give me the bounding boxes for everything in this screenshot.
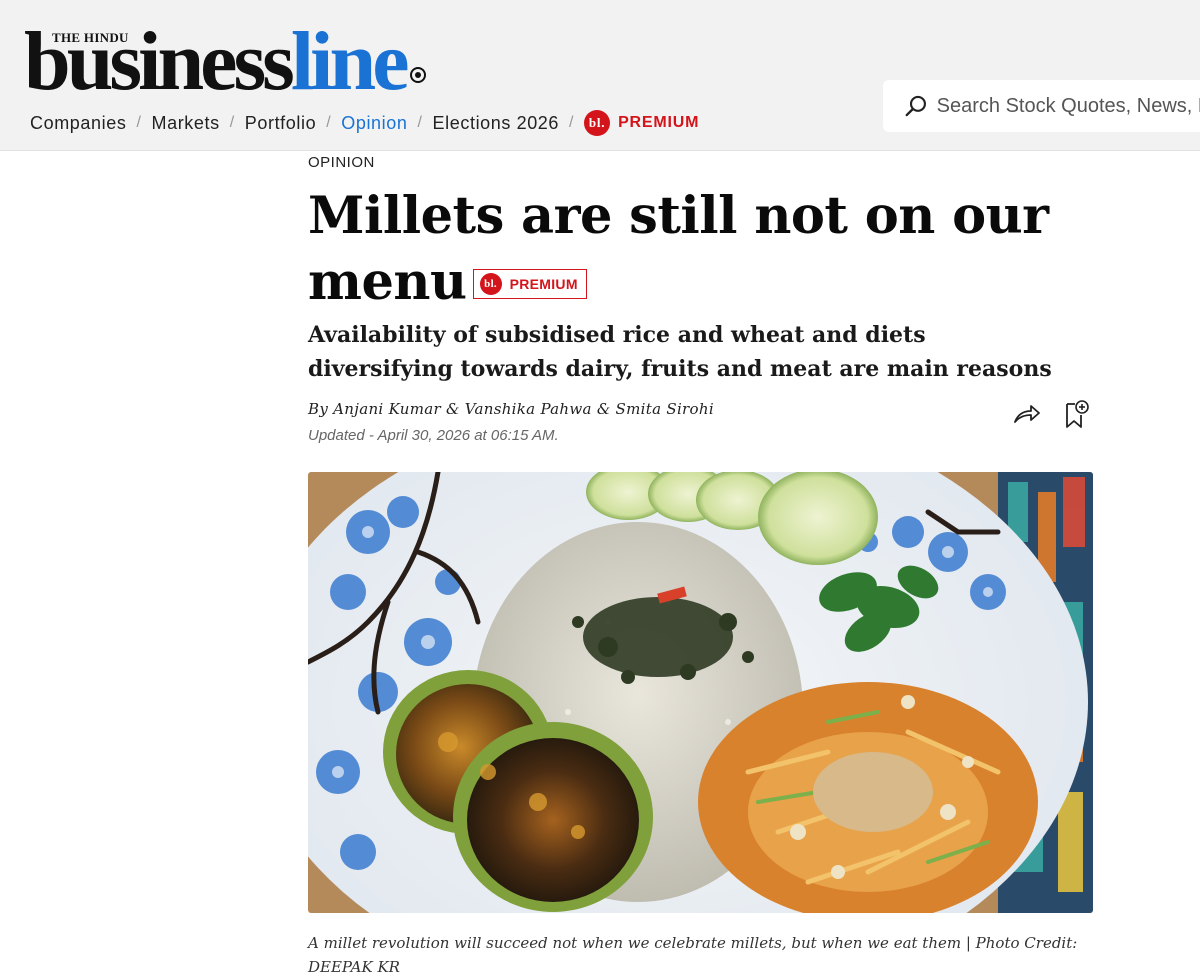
article-byline[interactable]: By Anjani Kumar & Vanshika Pahwa & Smita… bbox=[308, 400, 714, 418]
nav-separator: / bbox=[569, 114, 575, 131]
nav-item-markets[interactable]: Markets bbox=[152, 113, 220, 134]
article-updated-time: Updated - April 30, 2026 at 06:15 AM. bbox=[308, 427, 559, 444]
logo-dot-icon bbox=[409, 67, 426, 83]
premium-label: PREMIUM bbox=[618, 114, 700, 131]
premium-tag-label: PREMIUM bbox=[509, 276, 578, 292]
logo-line-text: line bbox=[290, 15, 410, 108]
bookmark-add-icon[interactable] bbox=[1063, 399, 1089, 429]
nav-item-premium[interactable]: bl. PREMIUM bbox=[584, 110, 699, 136]
nav-item-portfolio[interactable]: Portfolio bbox=[245, 113, 316, 134]
section-label[interactable]: OPINION bbox=[308, 154, 375, 171]
article-headline: Millets are still not on our menu bl. PREM… bbox=[308, 183, 1088, 315]
nav-separator: / bbox=[136, 114, 142, 131]
site-header: businessline THE HINDU Companies / Marke… bbox=[0, 0, 1200, 151]
article-hero-image bbox=[308, 472, 1093, 913]
search-icon[interactable] bbox=[903, 93, 929, 119]
nav-item-companies[interactable]: Companies bbox=[30, 113, 126, 134]
headline-text: Millets are still not on our menu bbox=[308, 186, 1049, 312]
logo-business-text: business bbox=[24, 15, 295, 108]
bl-premium-icon: bl. bbox=[584, 110, 611, 136]
nav-separator: / bbox=[229, 114, 235, 131]
search-box bbox=[883, 80, 1200, 132]
bl-premium-icon: bl. bbox=[479, 273, 502, 295]
premium-tag: bl. PREMIUM bbox=[472, 269, 587, 299]
article-subheadline: Availability of subsidised rice and whea… bbox=[308, 322, 1052, 382]
image-caption: A millet revolution will succeed not whe… bbox=[308, 934, 1078, 976]
nav-item-opinion[interactable]: Opinion bbox=[341, 113, 407, 134]
nav-separator: / bbox=[326, 114, 332, 131]
share-icon[interactable] bbox=[1013, 402, 1041, 426]
nav-item-elections[interactable]: Elections 2026 bbox=[433, 113, 559, 134]
search-input[interactable] bbox=[936, 94, 1200, 118]
logo-parent-brand: THE HINDU bbox=[52, 30, 129, 45]
nav-separator: / bbox=[417, 114, 423, 131]
main-nav: Companies / Markets / Portfolio / Opinio… bbox=[30, 110, 699, 136]
